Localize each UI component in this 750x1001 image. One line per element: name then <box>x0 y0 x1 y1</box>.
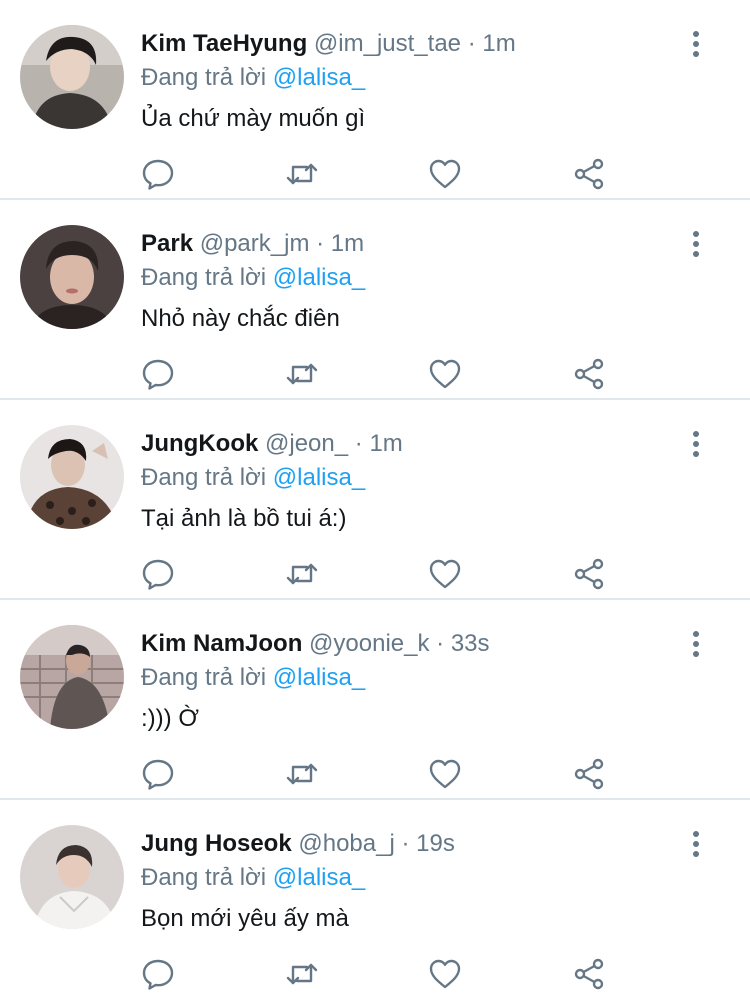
more-options-icon[interactable] <box>684 428 708 460</box>
display-name[interactable]: Park <box>141 230 193 257</box>
tweet[interactable]: Kim NamJoon @yoonie_k · 33s Đang trả lời… <box>0 600 750 800</box>
separator: · <box>316 230 325 257</box>
mention-link[interactable]: @lalisa_ <box>273 64 365 91</box>
tweet[interactable]: Park @park_jm · 1m Đang trả lời @lalisa_… <box>0 200 750 400</box>
username[interactable]: @yoonie_k <box>309 630 429 657</box>
avatar[interactable] <box>20 425 124 529</box>
avatar[interactable] <box>20 225 124 329</box>
tweet-text: Nhỏ này chắc điên <box>141 305 340 332</box>
avatar[interactable] <box>20 625 124 729</box>
retweet-icon[interactable] <box>284 556 320 592</box>
retweet-icon[interactable] <box>284 356 320 392</box>
action-bar <box>0 956 750 994</box>
tweet[interactable]: Jung Hoseok @hoba_j · 19s Đang trả lời @… <box>0 800 750 1001</box>
avatar-image <box>20 625 124 729</box>
action-bar <box>0 356 750 394</box>
reply-icon[interactable] <box>140 756 176 792</box>
more-options-icon[interactable] <box>684 28 708 60</box>
avatar[interactable] <box>20 25 124 129</box>
replying-to-label: Đang trả lời <box>141 64 267 91</box>
tweet-text: Bọn mới yêu ấy mà <box>141 905 349 932</box>
tweet-header: JungKook @jeon_ · 1m <box>141 429 403 459</box>
username[interactable]: @im_just_tae <box>314 30 461 57</box>
action-bar <box>0 756 750 794</box>
like-icon[interactable] <box>427 156 463 192</box>
avatar-image <box>20 25 124 129</box>
display-name[interactable]: Kim NamJoon <box>141 630 302 657</box>
tweet[interactable]: JungKook @jeon_ · 1m Đang trả lời @lalis… <box>0 400 750 600</box>
share-icon[interactable] <box>571 956 607 992</box>
tweet-text: :))) Ờ <box>141 705 199 732</box>
like-icon[interactable] <box>427 556 463 592</box>
retweet-icon[interactable] <box>284 756 320 792</box>
tweet[interactable]: Kim TaeHyung @im_just_tae · 1m Đang trả … <box>0 0 750 200</box>
mention-link[interactable]: @lalisa_ <box>273 664 365 691</box>
replying-to: Đang trả lời @lalisa_ <box>141 463 365 493</box>
retweet-icon[interactable] <box>284 956 320 992</box>
tweet-header: Park @park_jm · 1m <box>141 229 364 259</box>
tweet-text: Ủa chứ mày muốn gì <box>141 105 366 132</box>
replying-to: Đang trả lời @lalisa_ <box>141 863 365 893</box>
share-icon[interactable] <box>571 556 607 592</box>
reply-icon[interactable] <box>140 156 176 192</box>
display-name[interactable]: JungKook <box>141 430 258 457</box>
replying-to: Đang trả lời @lalisa_ <box>141 263 365 293</box>
display-name[interactable]: Jung Hoseok <box>141 830 292 857</box>
more-options-icon[interactable] <box>684 628 708 660</box>
avatar[interactable] <box>20 825 124 929</box>
tweet-text: Tại ảnh là bồ tui á:) <box>141 505 347 532</box>
separator: · <box>467 30 476 57</box>
separator: · <box>354 430 363 457</box>
avatar-image <box>20 425 124 529</box>
replying-to-label: Đang trả lời <box>141 264 267 291</box>
tweet-header: Kim NamJoon @yoonie_k · 33s <box>141 629 490 659</box>
more-options-icon[interactable] <box>684 228 708 260</box>
replying-to-label: Đang trả lời <box>141 664 267 691</box>
like-icon[interactable] <box>427 356 463 392</box>
display-name[interactable]: Kim TaeHyung <box>141 30 307 57</box>
reply-icon[interactable] <box>140 556 176 592</box>
retweet-icon[interactable] <box>284 156 320 192</box>
timestamp[interactable]: 1m <box>369 430 402 457</box>
reply-icon[interactable] <box>140 356 176 392</box>
like-icon[interactable] <box>427 756 463 792</box>
more-options-icon[interactable] <box>684 828 708 860</box>
share-icon[interactable] <box>571 356 607 392</box>
timestamp[interactable]: 1m <box>482 30 515 57</box>
avatar-image <box>20 225 124 329</box>
username[interactable]: @jeon_ <box>265 430 348 457</box>
replying-to: Đang trả lời @lalisa_ <box>141 663 365 693</box>
timestamp[interactable]: 33s <box>451 630 490 657</box>
like-icon[interactable] <box>427 956 463 992</box>
avatar-image <box>20 825 124 929</box>
tweet-header: Jung Hoseok @hoba_j · 19s <box>141 829 455 859</box>
action-bar <box>0 156 750 194</box>
replying-to-label: Đang trả lời <box>141 864 267 891</box>
separator: · <box>436 630 445 657</box>
username[interactable]: @park_jm <box>200 230 310 257</box>
share-icon[interactable] <box>571 756 607 792</box>
tweet-header: Kim TaeHyung @im_just_tae · 1m <box>141 29 516 59</box>
timestamp[interactable]: 1m <box>331 230 364 257</box>
reply-feed: Kim TaeHyung @im_just_tae · 1m Đang trả … <box>0 0 750 1001</box>
timestamp[interactable]: 19s <box>416 830 455 857</box>
replying-to-label: Đang trả lời <box>141 464 267 491</box>
mention-link[interactable]: @lalisa_ <box>273 264 365 291</box>
action-bar <box>0 556 750 594</box>
reply-icon[interactable] <box>140 956 176 992</box>
username[interactable]: @hoba_j <box>298 830 394 857</box>
mention-link[interactable]: @lalisa_ <box>273 864 365 891</box>
share-icon[interactable] <box>571 156 607 192</box>
replying-to: Đang trả lời @lalisa_ <box>141 63 365 93</box>
mention-link[interactable]: @lalisa_ <box>273 464 365 491</box>
separator: · <box>401 830 410 857</box>
